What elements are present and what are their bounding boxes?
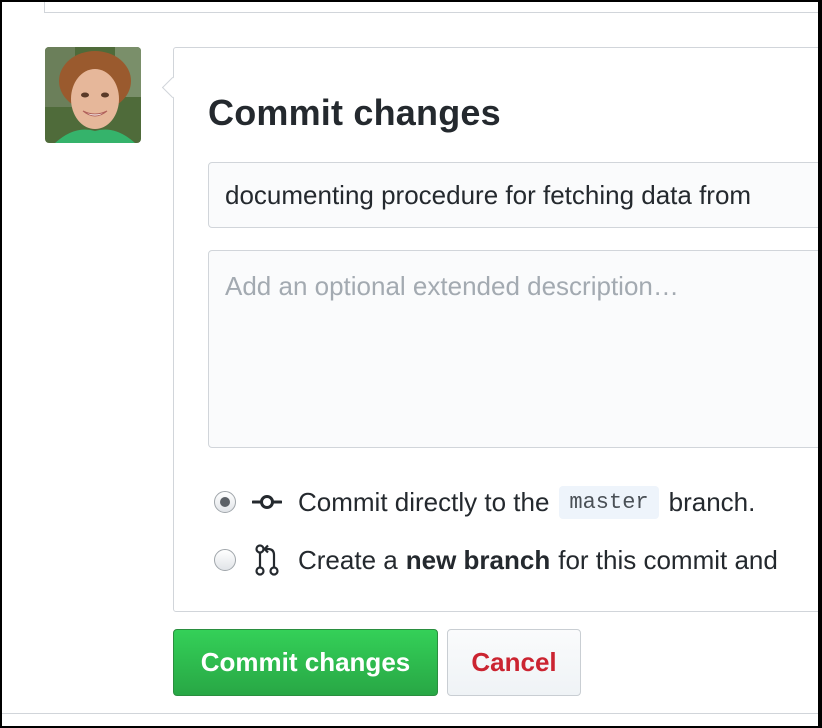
commit-description-input[interactable] [208,250,822,448]
branch-name-badge: master [559,485,659,519]
speech-caret [161,76,184,99]
option-direct-suffix: branch. [668,486,756,517]
commit-changes-button[interactable]: Commit changes [173,629,438,696]
option-new-prefix: Create a [298,544,398,575]
previous-section-box [44,0,822,13]
git-pull-request-icon [250,543,284,577]
avatar [45,47,141,143]
commit-heading: Commit changes [208,92,501,133]
git-commit-icon [250,485,284,519]
radio-selected-dot [220,497,230,507]
option-new-suffix: for this commit and [558,544,778,575]
option-direct-prefix: Commit directly to the [298,486,550,517]
option-new-branch[interactable]: Create a new branch for this commit and [214,542,778,578]
commit-form: Commit changes Commit directly to the ma… [161,47,822,612]
radio-new-branch[interactable] [214,549,236,571]
radio-commit-direct[interactable] [214,491,236,513]
option-new-bold: new branch [405,544,551,575]
commit-summary-input[interactable] [208,162,822,228]
option-commit-direct[interactable]: Commit directly to the master branch. [214,484,755,520]
divider [0,713,822,714]
cancel-button[interactable]: Cancel [447,629,581,696]
